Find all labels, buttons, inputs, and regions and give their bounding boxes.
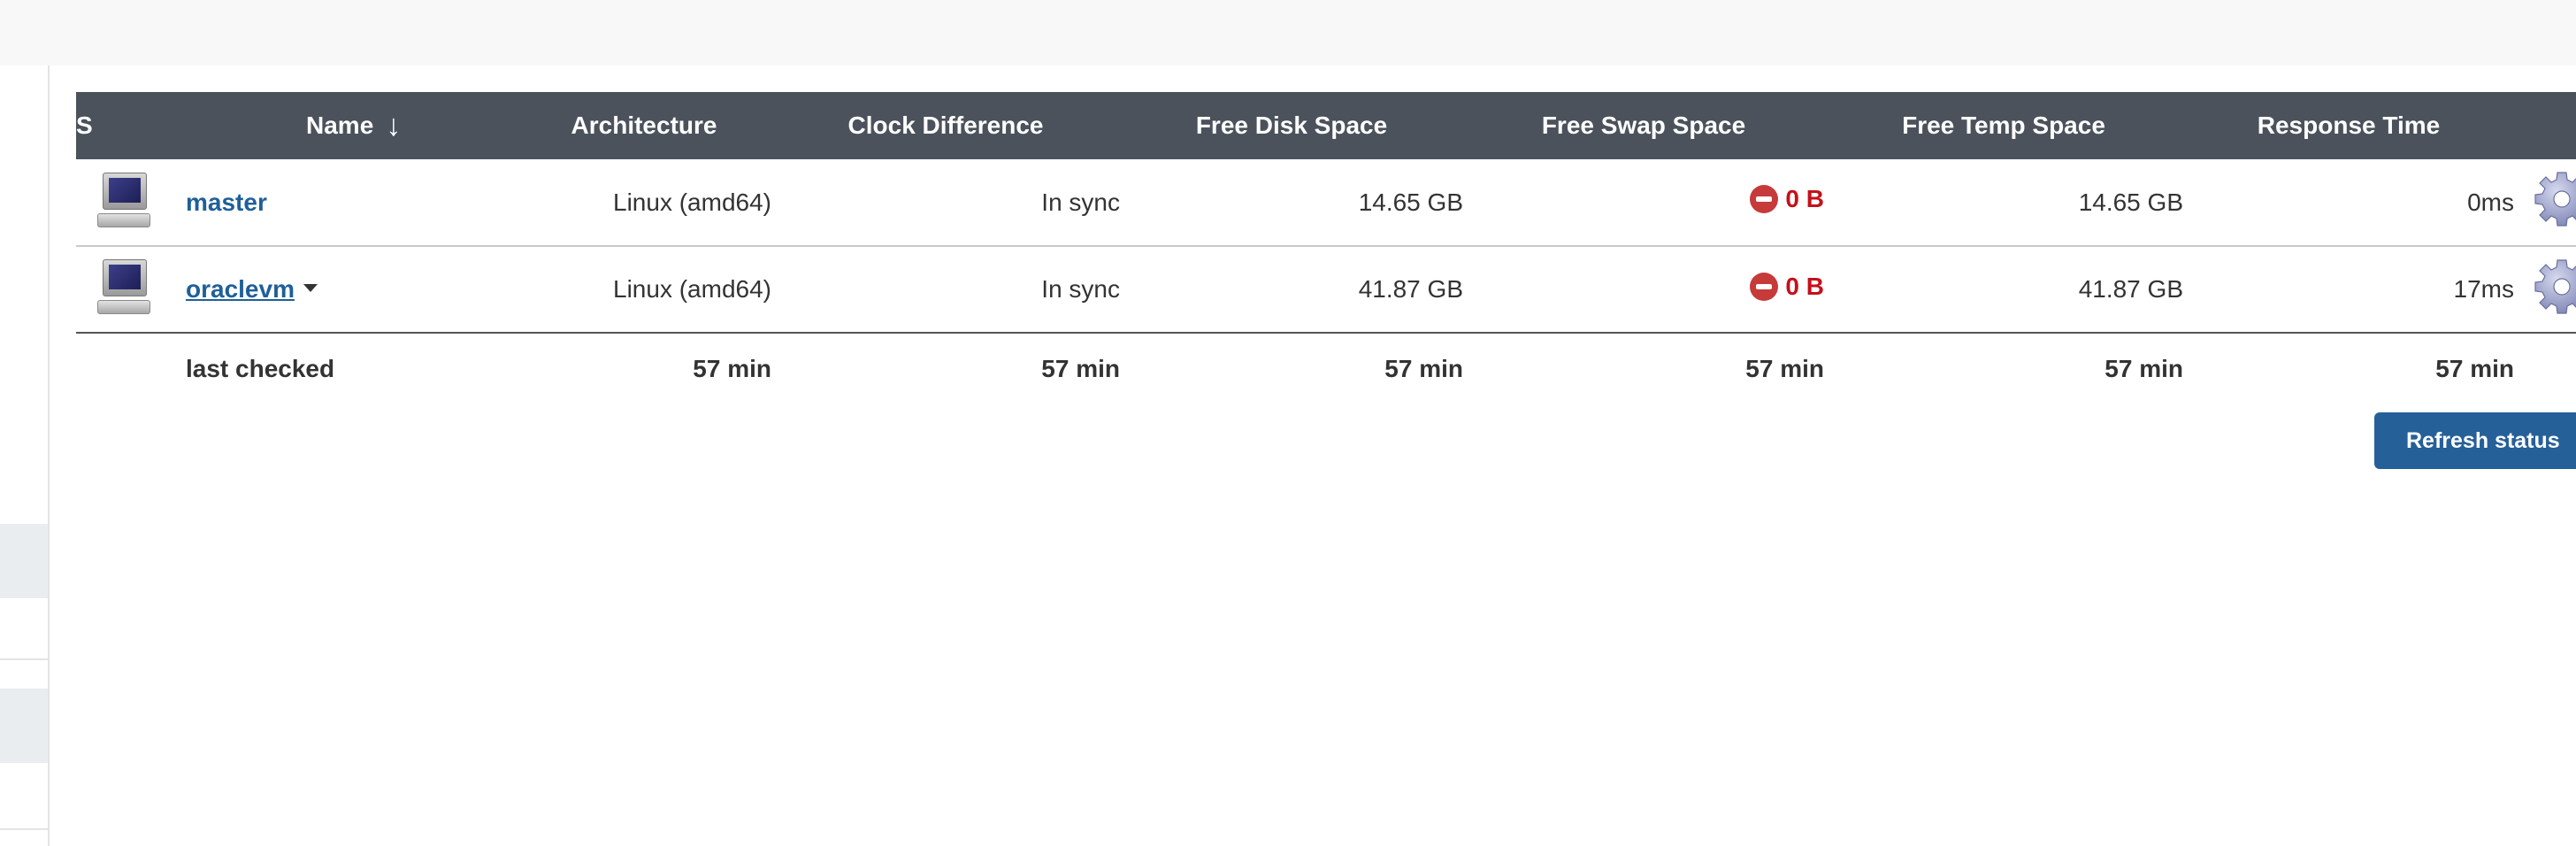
last-checked-free-swap-space: 57 min: [1745, 354, 1824, 382]
sort-descending-icon: ↓: [386, 108, 402, 142]
free-disk-space-cell: 14.65 GB: [1120, 159, 1463, 247]
column-header-status[interactable]: S: [76, 92, 186, 159]
status-cell: [76, 246, 186, 334]
error-icon: [1750, 272, 1779, 301]
column-header-clock-difference[interactable]: Clock Difference: [771, 92, 1120, 159]
name-cell: oraclevm: [186, 246, 517, 334]
configure-cell: [2514, 246, 2576, 334]
column-header-free-disk-space[interactable]: Free Disk Space: [1120, 92, 1463, 159]
last-checked-row: last checked 57 min 57 min 57 min 57 min…: [76, 333, 2576, 404]
table-row: oraclevm Linux (amd64) In sync 41.87 GB …: [76, 246, 2576, 334]
table-header-row: S Name ↓ Architecture Clock Difference Fr…: [76, 92, 2576, 159]
refresh-status-button[interactable]: Refresh status: [2374, 412, 2576, 469]
free-temp-space-cell: 41.87 GB: [1824, 246, 2183, 334]
table-row: master Linux (amd64) In sync 14.65 GB 0 …: [76, 159, 2576, 247]
column-header-response-time[interactable]: Response Time: [2183, 92, 2514, 159]
free-temp-space-cell: 14.65 GB: [1824, 159, 2183, 247]
response-time-cell: 0ms: [2183, 159, 2514, 247]
last-checked-label: last checked: [186, 354, 335, 382]
node-link-master[interactable]: master: [186, 188, 267, 216]
sidebar: [0, 65, 50, 846]
last-checked-clock-difference: 57 min: [1041, 354, 1120, 382]
last-checked-free-disk-space: 57 min: [1384, 354, 1463, 382]
computers-table: S Name ↓ Architecture Clock Difference Fr…: [76, 92, 2576, 404]
dropdown-caret-icon[interactable]: [303, 284, 318, 292]
column-header-free-temp-space[interactable]: Free Temp Space: [1824, 92, 2183, 159]
gear-icon[interactable]: [2534, 258, 2576, 315]
sidebar-item[interactable]: [0, 688, 48, 763]
sidebar-divider: [0, 828, 48, 830]
column-header-free-swap-space[interactable]: Free Swap Space: [1463, 92, 1824, 159]
free-swap-space-cell: 0 B: [1463, 246, 1824, 334]
last-checked-architecture: 57 min: [693, 354, 771, 382]
swap-value: 0 B: [1785, 272, 1824, 300]
computer-icon: [97, 172, 152, 233]
configure-cell: [2514, 159, 2576, 247]
error-icon: [1750, 185, 1779, 213]
status-cell: [76, 159, 186, 247]
top-bar: [0, 0, 2576, 65]
free-disk-space-cell: 41.87 GB: [1120, 246, 1463, 334]
node-link-oraclevm[interactable]: oraclevm: [186, 275, 295, 303]
computer-icon: [97, 259, 152, 319]
name-cell: master: [186, 159, 517, 247]
clock-difference-cell: In sync: [771, 159, 1120, 247]
sidebar-item[interactable]: [0, 524, 48, 598]
column-header-name[interactable]: Name ↓: [186, 92, 517, 159]
last-checked-free-temp-space: 57 min: [2104, 354, 2183, 382]
architecture-cell: Linux (amd64): [517, 246, 771, 334]
column-header-actions: [2514, 92, 2576, 159]
sidebar-divider: [0, 658, 48, 660]
free-swap-space-cell: 0 B: [1463, 159, 1824, 247]
column-header-architecture[interactable]: Architecture: [517, 92, 771, 159]
last-checked-response-time: 57 min: [2435, 354, 2514, 382]
swap-value: 0 B: [1785, 185, 1824, 212]
gear-icon[interactable]: [2534, 171, 2576, 227]
clock-difference-cell: In sync: [771, 246, 1120, 334]
response-time-cell: 17ms: [2183, 246, 2514, 334]
architecture-cell: Linux (amd64): [517, 159, 771, 247]
